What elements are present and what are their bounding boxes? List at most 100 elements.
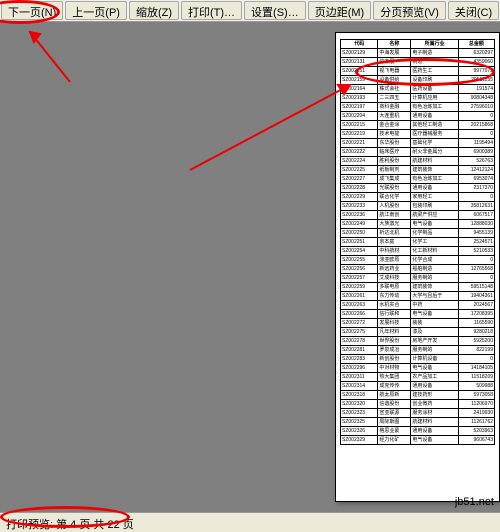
table-cell: 电气设备 <box>411 364 458 373</box>
table-cell: 农产品加工 <box>411 373 458 382</box>
table-row: SZ002266信行联和电气设备17208395 <box>341 310 495 319</box>
table-cell: 2317370 <box>458 184 494 193</box>
pagebreak-preview-button[interactable]: 分页预览(V) <box>373 1 446 20</box>
table-cell: 商科金融 <box>378 103 411 112</box>
table-cell: 医药生工 <box>411 67 458 76</box>
table-cell: 19404361 <box>458 292 494 301</box>
table-header: 代码 <box>341 40 378 49</box>
table-row: SZ002311热大集团农产品加工11518209 <box>341 373 495 382</box>
prev-page-button[interactable]: 上一页(P) <box>65 1 127 20</box>
setup-button[interactable]: 设置(S)… <box>244 1 306 20</box>
table-cell: 建筑装饰 <box>411 166 458 175</box>
zoom-button[interactable]: 缩放(Z) <box>129 1 179 20</box>
table-cell: 9977072 <box>458 67 494 76</box>
table-row: SZ002281罗泉成冶服务制的822199 <box>341 346 495 355</box>
table-cell: 东力传动 <box>378 292 411 301</box>
table-cell: SZ002151 <box>341 67 378 76</box>
close-button[interactable]: 关闭(C) <box>448 1 499 20</box>
table-cell: SZ002259 <box>341 283 378 292</box>
table-cell: 化工新材料 <box>411 247 458 256</box>
table-cell: 191574 <box>458 85 494 94</box>
table-row: SZ002233人机股份包装印刷35812631 <box>341 202 495 211</box>
table-cell: SZ002228 <box>341 184 378 193</box>
table-row: SZ002257艾成科技服务制的0 <box>341 274 495 283</box>
table-cell: 5210533 <box>458 247 494 256</box>
status-text: 打印预览: 第 4 页 共 22 页 <box>6 519 134 531</box>
table-cell: 服务制的 <box>411 346 458 355</box>
table-cell: 0 <box>458 130 494 139</box>
table-cell: 6320297 <box>458 49 494 58</box>
table-row: SZ002314成克传传通用设备509988 <box>341 382 495 391</box>
table-cell: 纸板制剂 <box>378 166 411 175</box>
table-row: SZ002204大连重机通用设备0 <box>341 112 495 121</box>
table-cell: SZ002278 <box>341 337 378 346</box>
table-cell: SZ002250 <box>341 229 378 238</box>
table-cell: 医药设备 <box>411 85 458 94</box>
table-cell: 526763 <box>458 157 494 166</box>
table-cell: 航建材料 <box>411 157 458 166</box>
table-row: SZ002275凡年材料漆及9280218 <box>341 328 495 337</box>
table-cell: 装装 <box>411 319 458 328</box>
table-header: 名称 <box>378 40 411 49</box>
table-row: SZ002323宣亚联源服务涂材2419930 <box>341 409 495 418</box>
table-cell: 电气设备 <box>411 220 458 229</box>
table-cell: 5973058 <box>458 391 494 400</box>
table-cell: SZ002197 <box>341 103 378 112</box>
table-row: SZ002272发展科技装装1165590 <box>341 319 495 328</box>
table-cell: 14184105 <box>458 364 494 373</box>
table-cell: SZ002256 <box>341 265 378 274</box>
table-row: SZ002222临床医疗耐火非金属分6900389 <box>341 148 495 157</box>
table-cell: 化学制品 <box>411 229 458 238</box>
table-cell: 电子制造 <box>411 49 458 58</box>
table-cell: SZ002272 <box>341 319 378 328</box>
table-cell: 宣亚联源 <box>378 409 411 418</box>
table-row: SZ002250祈达北机化学制品9455139 <box>341 229 495 238</box>
table-cell: SZ002257 <box>341 274 378 283</box>
table-cell: 中对材物 <box>378 364 411 373</box>
table-cell: 中科航材 <box>378 247 411 256</box>
table-cell: 化学合成 <box>411 256 458 265</box>
table-cell: 房地产开发 <box>411 337 458 346</box>
table-cell: 通用设备 <box>411 184 458 193</box>
table-cell: SZ002275 <box>341 328 378 337</box>
table-cell: 设备供给 <box>378 76 411 85</box>
table-cell: 航梁产供应 <box>411 211 458 220</box>
table-row: SZ002224胜利股份航建材料526763 <box>341 157 495 166</box>
table-cell: 12412124 <box>458 166 494 175</box>
table-cell: 大学与且后于 <box>411 292 458 301</box>
table-cell: SZ002311 <box>341 373 378 382</box>
table-cell: 医疗器械服务 <box>411 130 458 139</box>
table-cell: SZ002129 <box>341 49 378 58</box>
table-cell: 航江南创 <box>378 211 411 220</box>
table-cell: SZ002229 <box>341 193 378 202</box>
table-cell: 热大集团 <box>378 373 411 382</box>
margins-button[interactable]: 页边距(M) <box>308 1 372 20</box>
table-cell: 0 <box>458 256 494 265</box>
table-cell: 822199 <box>458 346 494 355</box>
table-cell: SZ002261 <box>341 292 378 301</box>
print-button[interactable]: 打印(T)… <box>181 1 242 20</box>
table-cell: SZ002204 <box>341 112 378 121</box>
table-cell: 光联股份 <box>378 184 411 193</box>
table-cell: SZ002215 <box>341 121 378 130</box>
table-cell: SZ002296 <box>341 364 378 373</box>
table-cell: SZ002281 <box>341 346 378 355</box>
table-cell: 新创股份 <box>378 355 411 364</box>
table-cell: 大连重机 <box>378 112 411 121</box>
table-cell: 17208395 <box>458 310 494 319</box>
table-cell: 有色冶炼加工 <box>411 103 458 112</box>
next-page-button[interactable]: 下一页(N) <box>1 1 63 20</box>
table-cell: SZ002251 <box>341 238 378 247</box>
table-row: SZ002227成飞集成有色冶炼加工6953074 <box>341 175 495 184</box>
table-cell: 90804348 <box>458 94 494 103</box>
table-cell: 化学工 <box>411 238 458 247</box>
table-row: SZ002318航太原新建技药形5973058 <box>341 391 495 400</box>
table-cell: 家用轻工 <box>411 193 458 202</box>
table-cell: SZ002320 <box>341 400 378 409</box>
table-cell: 1165590 <box>458 319 494 328</box>
table-cell: 2524571 <box>458 238 494 247</box>
table-cell: SZ002164 <box>341 85 378 94</box>
table-cell: SZ002325 <box>341 418 378 427</box>
table-row: SZ002197商科金融有色冶炼加工27596010 <box>341 103 495 112</box>
print-preview-area[interactable]: 代码名称所属行业总金额 SZ002129中海发展电子制造6320297SZ002… <box>0 22 500 512</box>
